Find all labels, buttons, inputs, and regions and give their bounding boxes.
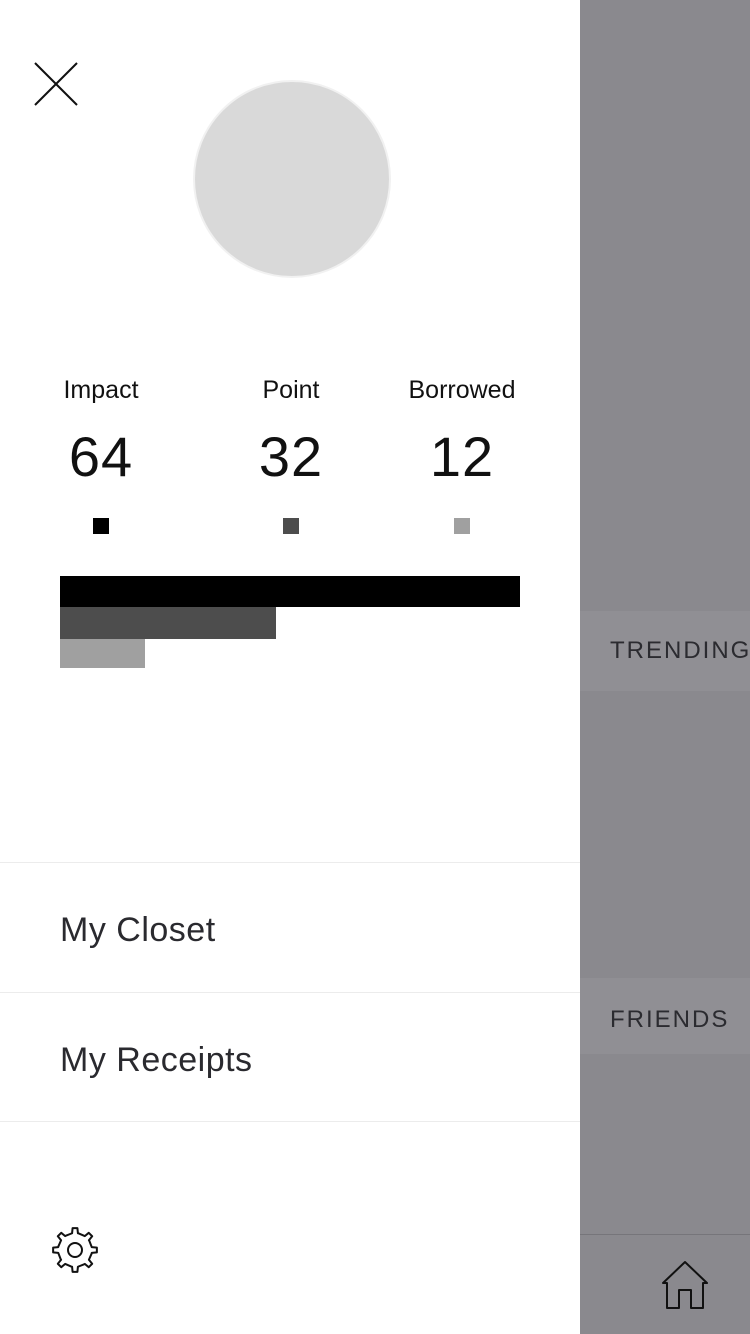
gear-outline (52, 1227, 98, 1273)
gear-icon[interactable] (50, 1225, 100, 1275)
menu-item-my-receipts[interactable]: My Receipts (0, 992, 580, 1122)
stat-impact: Impact 64 (11, 372, 191, 534)
legend-swatch-point (283, 518, 299, 534)
bar-point (60, 607, 276, 639)
background-app-overlay[interactable]: TRENDING FRIENDS (580, 0, 750, 1334)
stat-value-borrowed: 12 (429, 425, 495, 488)
legend-swatch-borrowed (454, 518, 470, 534)
stat-label-borrowed: Borrowed (408, 376, 516, 404)
bar-borrowed (60, 639, 145, 668)
legend-swatch-impact (93, 518, 109, 534)
stat-label-impact: Impact (63, 376, 139, 404)
stat-label-point: Point (262, 376, 320, 404)
menu-item-my-closet[interactable]: My Closet (0, 862, 580, 992)
stats-bar-chart (60, 576, 520, 668)
bar-impact (60, 576, 520, 607)
stat-point: Point 32 (201, 372, 381, 534)
stat-value-impact: 64 (68, 425, 134, 488)
side-drawer: Impact 64 Point 32 Borrowed 12 My Closet… (0, 0, 580, 1334)
stat-borrowed: Borrowed 12 (372, 372, 552, 534)
stat-value-point: 32 (258, 425, 324, 488)
drawer-menu: My Closet My Receipts (0, 862, 580, 1122)
trending-section-header: TRENDING (580, 611, 750, 691)
close-icon[interactable] (30, 58, 82, 110)
tab-bar (580, 1234, 750, 1334)
screen: TRENDING FRIENDS Impact 64 Point 32 Borr… (0, 0, 750, 1334)
avatar[interactable] (193, 80, 391, 278)
home-icon[interactable] (660, 1259, 710, 1311)
friends-section-header: FRIENDS (580, 978, 750, 1054)
